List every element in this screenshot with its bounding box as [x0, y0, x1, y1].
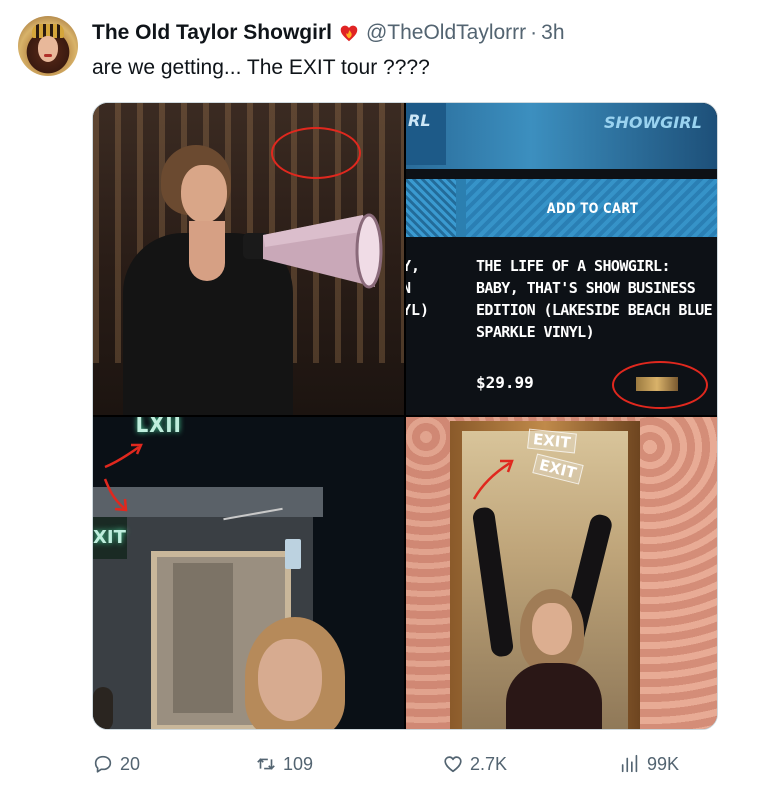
exit-sign-side: XIT — [93, 517, 127, 559]
product-banner-image: RL SHOWGIRL — [406, 103, 717, 169]
timestamp[interactable]: 3h — [541, 21, 564, 45]
banner-showgirl-text: SHOWGIRL — [604, 113, 702, 132]
avatar-lips — [44, 54, 52, 57]
views-icon — [621, 754, 638, 773]
megaphone-icon — [243, 213, 383, 289]
edge-text-line: Y, — [406, 257, 421, 275]
person-face — [181, 165, 227, 223]
retweet-icon — [257, 758, 275, 770]
damask-wallpaper-right — [640, 417, 717, 729]
sparkle-texture-left — [406, 179, 456, 237]
photo-megaphone[interactable] — [93, 103, 404, 415]
reply-button[interactable]: 20 — [92, 748, 140, 780]
wall-box — [285, 539, 301, 569]
product-title: THE LIFE OF A SHOWGIRL: BABY, THAT'S SHO… — [476, 257, 713, 341]
background-person — [93, 687, 113, 729]
retweet-button[interactable]: 109 — [255, 748, 313, 780]
like-button[interactable]: 2.7K — [442, 748, 507, 780]
person-face — [532, 603, 572, 655]
red-arrow-annotation — [104, 443, 143, 469]
photo-mirror[interactable]: EXIT EXIT — [406, 417, 717, 729]
heart-icon — [444, 756, 462, 773]
media-grid[interactable]: RL SHOWGIRL ADD TO CART Y, N YL) THE LIF… — [92, 102, 718, 730]
like-count: 2.7K — [470, 753, 508, 774]
retweet-count: 109 — [283, 753, 314, 774]
view-count: 99K — [647, 753, 680, 774]
separator-dot: · — [530, 21, 538, 44]
person-face — [258, 639, 322, 721]
edge-text-line: YL) — [406, 301, 430, 319]
edge-text-line: N — [406, 277, 429, 299]
person-neck — [189, 221, 225, 281]
avatar[interactable] — [18, 16, 78, 76]
heart-fire-icon — [340, 25, 358, 42]
red-arrow-annotation — [103, 478, 128, 512]
door-inner-panel — [173, 563, 233, 713]
reply-icon — [94, 755, 112, 773]
red-circle-annotation — [271, 127, 361, 179]
action-bar: 20 109 2.7K 99K — [92, 748, 718, 780]
exit-sign-top: LXII — [135, 417, 182, 438]
tweet: The Old Taylor Showgirl @TheOldTaylorrr … — [0, 0, 770, 806]
display-name[interactable]: The Old Taylor Showgirl — [92, 21, 332, 45]
photo-exit-door[interactable]: LXII XIT — [93, 417, 404, 729]
red-circle-annotation — [612, 361, 708, 409]
banner-left-text: RL — [408, 111, 431, 130]
tweet-text: are we getting... The EXIT tour ???? — [92, 56, 430, 79]
product-edge-text: Y, N YL) — [406, 255, 429, 321]
photo-product-listing[interactable]: RL SHOWGIRL ADD TO CART Y, N YL) THE LIF… — [406, 103, 717, 415]
add-to-cart-button: ADD TO CART — [546, 201, 639, 217]
sparkle-dress — [506, 663, 602, 729]
user-handle[interactable]: @TheOldTaylorrr — [366, 21, 526, 45]
product-price: $29.99 — [476, 373, 534, 392]
views-button[interactable]: 99K — [619, 748, 679, 780]
tweet-header: The Old Taylor Showgirl @TheOldTaylorrr … — [92, 20, 565, 46]
reply-count: 20 — [120, 753, 141, 774]
red-arrow-annotation — [472, 459, 514, 500]
avatar-face — [38, 36, 58, 62]
